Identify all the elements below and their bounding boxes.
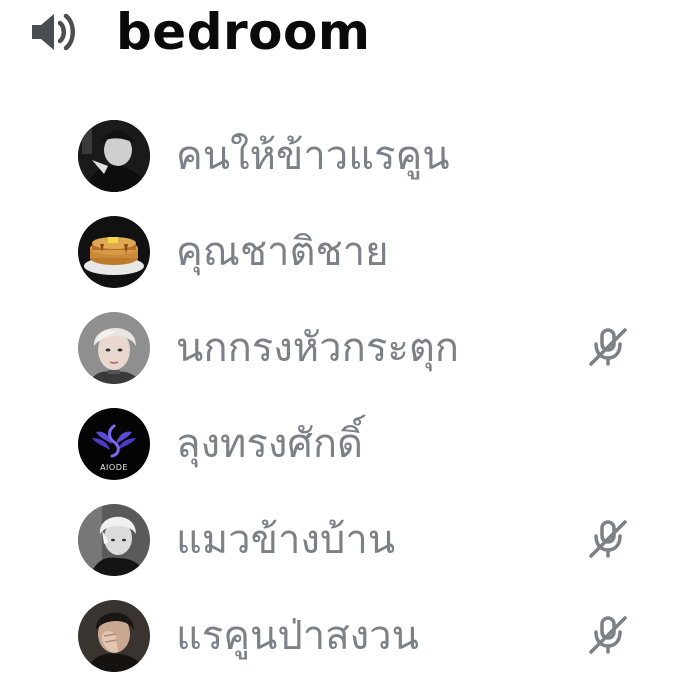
- microphone-muted-icon: [586, 612, 630, 656]
- voice-member[interactable]: แรคูนป่าสงวน: [78, 588, 658, 684]
- microphone-muted-icon: [586, 516, 630, 560]
- avatar[interactable]: [78, 600, 150, 672]
- member-name: ลุงทรงศักดิ์: [176, 421, 364, 467]
- member-name: คุณชาติชาย: [176, 229, 389, 275]
- voice-member[interactable]: แมวข้างบ้าน: [78, 492, 658, 588]
- voice-member[interactable]: นกกรงหัวกระตุก: [78, 300, 658, 396]
- microphone-muted-icon: [586, 324, 630, 368]
- channel-name: bedroom: [116, 3, 371, 61]
- avatar[interactable]: [78, 216, 150, 288]
- member-name: แมวข้างบ้าน: [176, 517, 396, 563]
- voice-member[interactable]: AIODE ลุงทรงศักดิ์: [78, 396, 658, 492]
- aiode-logo-text: AIODE: [100, 463, 128, 472]
- voice-member[interactable]: คุณชาติชาย: [78, 204, 658, 300]
- member-name: คนให้ข้าวแรคูน: [176, 133, 450, 179]
- voice-member-list: คนให้ข้าวแรคูน คุณชาติชาย นกกรงหัวกระตุก…: [78, 108, 658, 684]
- voice-member[interactable]: คนให้ข้าวแรคูน: [78, 108, 658, 204]
- avatar[interactable]: [78, 120, 150, 192]
- member-name: นกกรงหัวกระตุก: [176, 325, 460, 371]
- avatar[interactable]: AIODE: [78, 408, 150, 480]
- avatar[interactable]: [78, 504, 150, 576]
- speaker-icon: [30, 8, 86, 56]
- member-name: แรคูนป่าสงวน: [176, 613, 419, 659]
- voice-channel-header[interactable]: bedroom: [30, 0, 370, 64]
- avatar[interactable]: [78, 312, 150, 384]
- voice-channel-panel: bedroom คนให้ข้าวแรคูน คุณชาติชาย นกกรงห…: [0, 0, 676, 684]
